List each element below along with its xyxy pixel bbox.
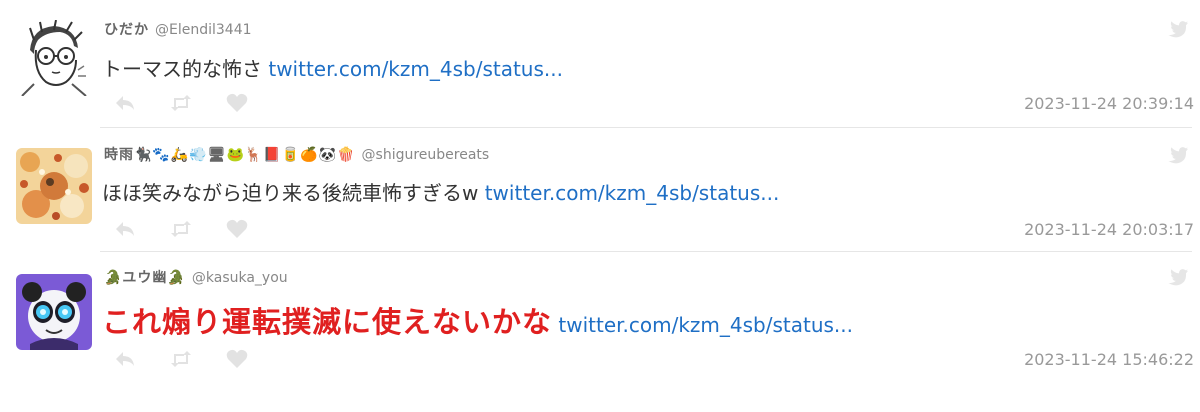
tweet-link[interactable]: twitter.com/kzm_4sb/status...	[485, 181, 780, 205]
tweet-item: ひだか @Elendil3441 トーマス的な怖さ twitter.com/kzm…	[0, 0, 1200, 128]
tweet-link[interactable]: twitter.com/kzm_4sb/status...	[268, 57, 563, 81]
heart-icon[interactable]	[224, 92, 250, 114]
tweet-text: ほほ笑みながら迫り来る後続車怖すぎるw twitter.com/kzm_4sb/…	[102, 180, 779, 206]
tweet-link[interactable]: twitter.com/kzm_4sb/status...	[558, 313, 853, 337]
retweet-icon[interactable]	[168, 348, 194, 370]
tweet-actions	[112, 218, 280, 240]
avatar[interactable]	[16, 274, 92, 350]
tweet-header: ひだか @Elendil3441	[104, 21, 252, 39]
retweet-icon[interactable]	[168, 92, 194, 114]
tweet-text-content: ほほ笑みながら迫り来る後続車怖すぎるw	[102, 181, 479, 205]
bird-icon[interactable]	[1168, 146, 1188, 164]
tweet-actions	[112, 348, 280, 370]
tweet-item: 時雨🐈‍⬛🐾🛵💨🖥🐸🦌📕🥫🍊🐼🍿 @shigureubereats ほほ笑みながら…	[0, 128, 1200, 252]
tweet-text: これ煽り運転撲滅に使えないかな twitter.com/kzm_4sb/stat…	[102, 308, 853, 338]
timestamp[interactable]: 2023-11-24 20:39:14	[1024, 94, 1194, 113]
avatar[interactable]	[16, 20, 92, 96]
tweet-text-content: これ煽り運転撲滅に使えないかな	[102, 305, 553, 339]
reply-icon[interactable]	[112, 92, 138, 114]
tweet-header: 🐊ユウ幽🐊 @kasuka_you	[104, 269, 288, 287]
display-name[interactable]: 時雨🐈‍⬛🐾🛵💨🖥🐸🦌📕🥫🍊🐼🍿	[104, 147, 356, 163]
tweet-feed: ひだか @Elendil3441 トーマス的な怖さ twitter.com/kzm…	[0, 0, 1200, 412]
user-handle[interactable]: @kasuka_you	[192, 270, 288, 286]
reply-icon[interactable]	[112, 348, 138, 370]
bird-icon[interactable]	[1168, 268, 1188, 286]
tweet-text: トーマス的な怖さ twitter.com/kzm_4sb/status...	[102, 56, 563, 82]
user-handle[interactable]: @shigureubereats	[362, 147, 490, 163]
heart-icon[interactable]	[224, 218, 250, 240]
user-handle[interactable]: @Elendil3441	[155, 22, 252, 38]
display-name[interactable]: ひだか	[104, 22, 149, 38]
timestamp[interactable]: 2023-11-24 20:03:17	[1024, 220, 1194, 239]
heart-icon[interactable]	[224, 348, 250, 370]
timestamp[interactable]: 2023-11-24 15:46:22	[1024, 350, 1194, 369]
tweet-header: 時雨🐈‍⬛🐾🛵💨🖥🐸🦌📕🥫🍊🐼🍿 @shigureubereats	[104, 146, 489, 164]
bird-icon[interactable]	[1168, 20, 1188, 38]
tweet-text-content: トーマス的な怖さ	[102, 57, 262, 81]
retweet-icon[interactable]	[168, 218, 194, 240]
display-name[interactable]: 🐊ユウ幽🐊	[104, 270, 186, 286]
tweet-item: 🐊ユウ幽🐊 @kasuka_you これ煽り運転撲滅に使えないかな twitter…	[0, 252, 1200, 382]
avatar[interactable]	[16, 148, 92, 224]
reply-icon[interactable]	[112, 218, 138, 240]
tweet-actions	[112, 92, 280, 114]
